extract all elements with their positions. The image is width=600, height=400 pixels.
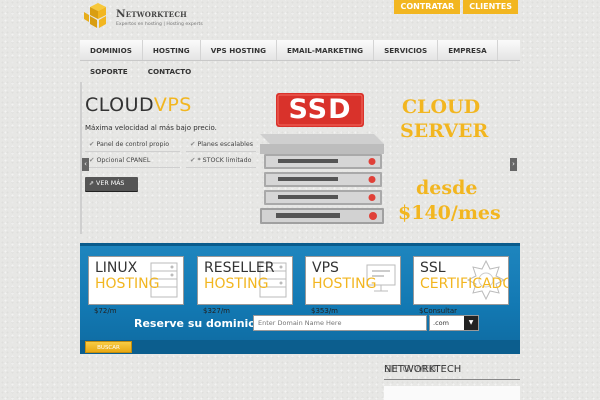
service-name: VPS [312,260,339,276]
top-buttons: CONTRATAR CLIENTES [394,0,518,14]
feature-item: ✔ Panel de control propio [89,140,169,148]
feature-divider [186,151,256,152]
service-card-vps[interactable]: VPS HOSTING [305,256,401,305]
service-card-ssl[interactable]: SSL CERTIFICADO [413,256,509,305]
logo-name: Networktech [116,8,187,20]
promo-desde: desde [416,177,478,199]
service-price: $Consultar [419,307,458,315]
tld-select[interactable]: .com ▼ [429,315,479,331]
feature-label: Panel de control propio [96,141,170,148]
domain-search-input[interactable] [253,315,427,331]
check-icon: ✔ [190,156,196,164]
check-icon: ✔ [190,140,196,148]
services-band: LINUX HOSTING $72/m RESELLER HOSTING $32… [80,243,520,354]
nav-item-dominios[interactable]: DOMINIOS [80,40,143,60]
feature-divider [85,151,180,152]
feature-item: ✔ Planes escalables [190,140,253,148]
service-price: $327/m [203,307,230,315]
slide-title-plain: CLOUD [85,94,154,116]
feature-item: ✔ * STOCK limitado [190,156,252,164]
slide-title: CLOUDVPS [85,94,192,116]
promo-price: $140/mes [398,202,501,224]
logo-tagline: Expertos en hosting | Hosting experts [116,22,203,27]
slide-title-accent: VPS [153,94,192,116]
service-card-reseller[interactable]: RESELLER HOSTING [197,256,293,305]
slider-prev-button[interactable]: ‹ [82,158,89,171]
feature-label: Planes escalables [197,141,253,148]
service-name: RESELLER [204,260,275,276]
slider-next-button[interactable]: › [510,158,517,171]
ver-mas-label: VER MÁS [96,180,125,187]
service-type: HOSTING [312,276,377,292]
band-footer-strip [80,340,520,354]
service-type: CERTIFICADO [420,276,509,292]
slide-subtitle: Máxima velocidad al más bajo precio. [85,124,217,132]
widget-content [384,386,520,400]
check-icon: ✔ [89,140,95,148]
main-nav: DOMINIOS HOSTING VPS HOSTING EMAIL-MARKE… [80,40,520,82]
service-price: $353/m [311,307,338,315]
clientes-button[interactable]: CLIENTES [463,0,518,14]
service-type: HOSTING [204,276,269,292]
promo-server: SERVER [400,120,489,142]
nav-item-empresa[interactable]: EMPRESA [438,40,498,60]
hero-slider: CLOUDVPS Máxima velocidad al más bajo pr… [80,82,520,234]
service-card-linux[interactable]: LINUX HOSTING [88,256,184,305]
promo-cloud: CLOUD [402,96,481,118]
external-link-icon: ⇗ [89,180,95,187]
nav-row-2: SOPORTE CONTACTO [80,61,191,82]
nav-row-1: DOMINIOS HOSTING VPS HOSTING EMAIL-MARKE… [80,40,520,61]
nav-item-servicios[interactable]: SERVICIOS [374,40,439,60]
check-icon: ✔ [89,156,95,164]
nav-item-vps-hosting[interactable]: VPS HOSTING [201,40,277,60]
ver-mas-button[interactable]: ⇗ VER MÁS [85,177,138,191]
service-price: $72/m [94,307,117,315]
nav-item-hosting[interactable]: HOSTING [143,40,201,60]
nav-item-soporte[interactable]: SOPORTE [80,61,138,82]
feature-label: * STOCK limitado [197,157,252,164]
service-type: HOSTING [95,276,160,292]
ssd-label: SSD [288,94,352,125]
domain-search-title: Reserve su dominio [134,317,256,330]
feature-divider [186,167,256,168]
service-name: LINUX [95,260,138,276]
widget-title: NETWORKTECH SITIO WEB [384,364,461,375]
nav-item-email-marketing[interactable]: EMAIL-MARKETING [277,40,375,60]
service-name: SSL [420,260,446,276]
widget-divider [384,379,520,380]
widget-title-sitio-web: SITIO WEB [384,364,437,375]
site-logo[interactable]: Networktech Expertos en hosting | Hostin… [84,2,214,36]
chevron-down-icon: ▼ [464,316,478,330]
feature-divider [85,167,180,168]
contratar-button[interactable]: CONTRATAR [394,0,461,14]
nav-item-contacto[interactable]: CONTACTO [138,61,202,82]
feature-item: ✔ Opcional CPANEL [89,156,150,164]
tld-selected-value: .com [433,319,449,327]
logo-cubes-icon [84,3,106,28]
feature-label: Opcional CPANEL [96,157,151,164]
buscar-button[interactable]: BUSCAR [85,341,132,353]
